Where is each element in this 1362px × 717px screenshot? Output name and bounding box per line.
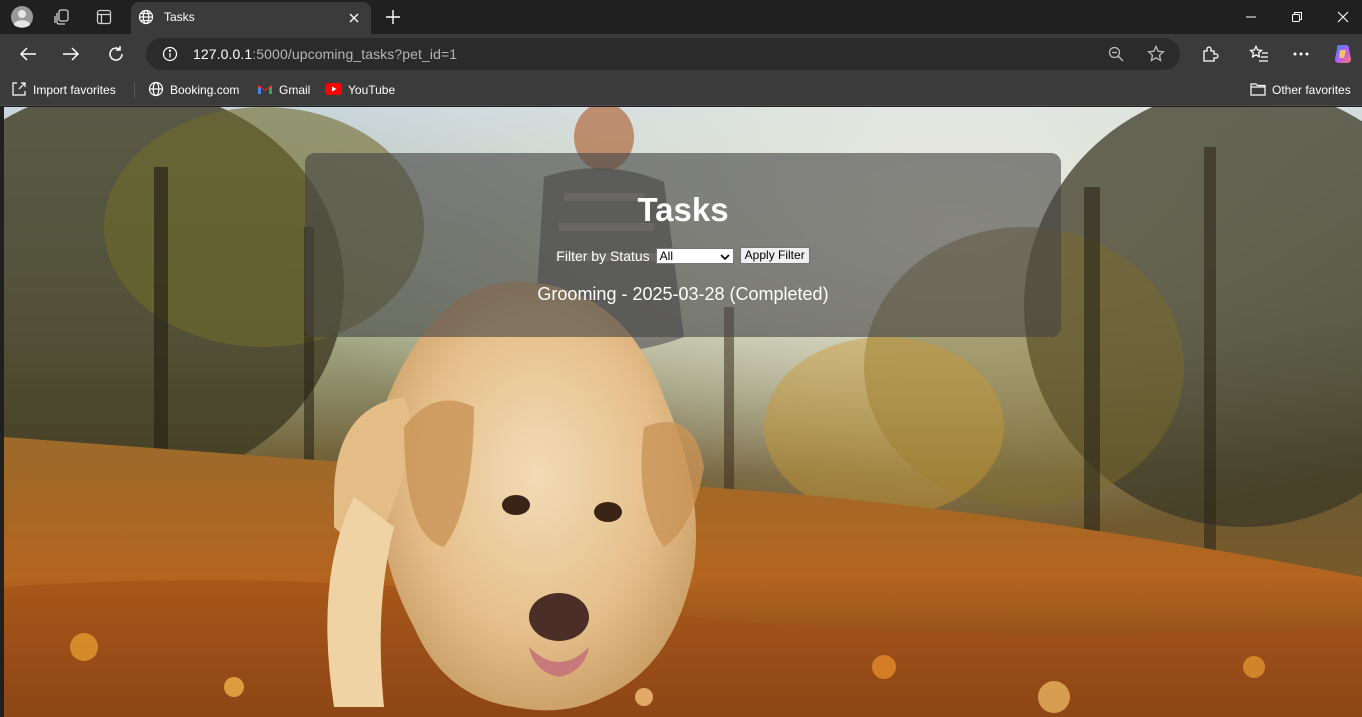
tab-strip: Tasks [0, 0, 1362, 34]
more-options-icon[interactable] [1287, 40, 1315, 68]
vertical-tabs-icon[interactable] [91, 5, 117, 29]
address-bar[interactable]: 127.0.0.1:5000/upcoming_tasks?pet_id=1 [146, 38, 1180, 70]
fav-label: Import favorites [33, 83, 116, 97]
forward-arrow-icon[interactable] [56, 39, 86, 69]
globe-icon [138, 9, 154, 30]
globe-icon [148, 81, 164, 100]
fav-label: Other favorites [1272, 83, 1351, 97]
page-viewport: Tasks Filter by Status All Apply Filter … [4, 107, 1362, 717]
page-title: Tasks [637, 191, 729, 228]
tab-tasks[interactable]: Tasks [131, 2, 371, 34]
minimize-icon[interactable] [1228, 0, 1274, 34]
status-select[interactable]: All [655, 247, 734, 265]
tasks-panel: Tasks Filter by Status All Apply Filter … [305, 153, 1061, 337]
new-tab-icon[interactable] [382, 6, 404, 28]
copilot-icon[interactable] [1329, 40, 1357, 68]
fav-gmail[interactable]: Gmail [257, 81, 310, 99]
extensions-icon[interactable] [1196, 40, 1224, 68]
restore-icon[interactable] [1274, 0, 1320, 34]
url-path: :5000/upcoming_tasks?pet_id=1 [252, 46, 458, 62]
youtube-icon [325, 82, 342, 98]
fav-booking[interactable]: Booking.com [148, 81, 239, 99]
status-select-value: All [659, 248, 674, 263]
fav-label: Gmail [279, 83, 311, 97]
workspaces-icon[interactable] [49, 5, 75, 29]
favorite-star-icon[interactable] [1145, 43, 1167, 65]
zoom-out-icon[interactable] [1105, 43, 1127, 65]
apply-filter-button[interactable]: Apply Filter [739, 247, 810, 264]
folder-icon [1250, 82, 1266, 99]
favorites-list-icon[interactable] [1245, 40, 1273, 68]
fav-import-favorites[interactable]: Import favorites [11, 81, 116, 99]
fav-youtube[interactable]: YouTube [325, 81, 395, 99]
tab-title: Tasks [164, 10, 195, 24]
favorites-bar: Import favorites Booking.com Gmail YouTu… [0, 74, 1362, 106]
fav-label: YouTube [348, 83, 396, 97]
url-host: 127.0.0.1 [193, 46, 253, 62]
filter-label: Filter by Status [556, 247, 650, 264]
browser-toolbar: 127.0.0.1:5000/upcoming_tasks?pet_id=1 [0, 34, 1362, 74]
task-item: Grooming - 2025-03-28 (Completed) [537, 284, 829, 304]
favorites-divider [134, 82, 135, 98]
site-info-icon[interactable] [159, 43, 181, 65]
fav-label: Booking.com [170, 83, 240, 97]
import-icon [11, 81, 27, 100]
close-tab-icon[interactable] [346, 10, 362, 26]
back-arrow-icon[interactable] [13, 39, 43, 69]
url-text[interactable]: 127.0.0.1:5000/upcoming_tasks?pet_id=1 [193, 46, 457, 62]
close-window-icon[interactable] [1320, 0, 1362, 34]
chevron-down-icon [720, 251, 730, 265]
fav-other-favorites[interactable]: Other favorites [1250, 81, 1351, 99]
profile-avatar-icon[interactable] [9, 5, 35, 29]
refresh-icon[interactable] [101, 39, 131, 69]
gmail-icon [257, 83, 273, 98]
filter-form: Filter by Status All Apply Filter [305, 247, 1061, 264]
